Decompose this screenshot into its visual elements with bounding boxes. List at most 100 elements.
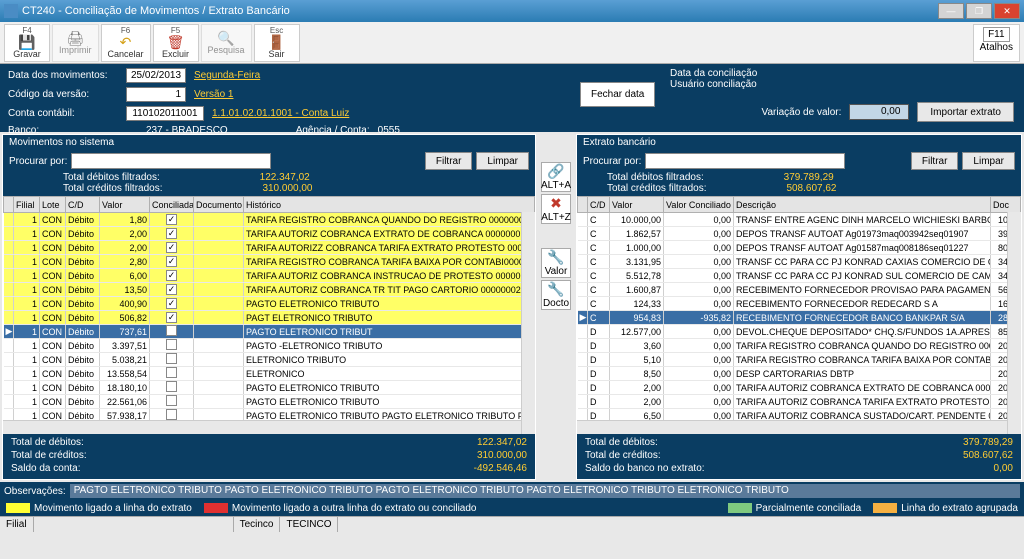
data-mov-label: Data dos movimentos:: [8, 70, 118, 81]
valor-button[interactable]: 🔧Valor: [541, 248, 571, 278]
table-row[interactable]: 1CONDébito2,80✓TARIFA REGISTRO COBRANCA …: [4, 255, 535, 269]
codigo-label: Código da versão:: [8, 89, 118, 100]
table-row[interactable]: 1CONDébito506,82✓PAGT ELETRONICO TRIBUTO: [4, 311, 535, 325]
fechar-data-button[interactable]: Fechar data: [580, 82, 655, 107]
legend-swatch-red: [204, 503, 228, 513]
wrench-icon: 🔧: [547, 281, 564, 298]
table-row[interactable]: C1.862,570,00DEPOS TRANSF AUTOAT Ag01973…: [578, 227, 1021, 241]
codigo-input[interactable]: [126, 87, 186, 102]
header-panel: Data dos movimentos: Segunda-Feira Códig…: [0, 64, 1024, 132]
sair-button[interactable]: Esc 🚪 Sair: [254, 24, 300, 62]
variacao-value: 0,00: [849, 104, 909, 120]
table-row[interactable]: 1CONDébito1,80✓TARIFA REGISTRO COBRANCA …: [4, 213, 535, 227]
movimentos-panel: Movimentos no sistema Procurar por: Filt…: [2, 134, 536, 480]
scrollbar-v-left[interactable]: [521, 212, 535, 434]
banco-label: Banco:: [8, 125, 118, 136]
table-row[interactable]: C5.512,780,00TRANSF CC PARA CC PJ KONRAD…: [578, 269, 1021, 283]
minimize-button[interactable]: —: [938, 3, 964, 19]
main-split: Movimentos no sistema Procurar por: Filt…: [0, 132, 1024, 482]
scrollbar-h-left[interactable]: [3, 420, 521, 434]
undo-icon: ↶: [120, 35, 132, 49]
side-tools: 🔗ALT+A ✖ALT+Z 🔧Valor 🔧Docto: [538, 132, 574, 482]
dia-semana-link[interactable]: Segunda-Feira: [194, 70, 260, 81]
atalhos-button[interactable]: F11 Atalhos: [973, 24, 1020, 62]
excluir-button[interactable]: F5 🗑 Excluir: [153, 24, 199, 62]
movimentos-title: Movimentos no sistema: [3, 135, 535, 150]
limpar-button-right[interactable]: Limpar: [962, 152, 1015, 170]
table-row[interactable]: C1.000,000,00DEPOS TRANSF AUTOAT Ag01587…: [578, 241, 1021, 255]
legend-swatch-yellow: [6, 503, 30, 513]
legend-swatch-orange: [873, 503, 897, 513]
agencia-value: 0555: [378, 125, 400, 136]
table-row[interactable]: C1.600,870,00RECEBIMENTO FORNECEDOR PROV…: [578, 283, 1021, 297]
table-row[interactable]: 1CONDébito2,00✓TARIFA AUTORIZ COBRANCA E…: [4, 227, 535, 241]
docto-button[interactable]: 🔧Docto: [541, 280, 571, 310]
maximize-button[interactable]: ❐: [966, 3, 992, 19]
pesquisa-button[interactable]: 🔍 Pesquisa: [201, 24, 252, 62]
variacao-label: Variação de valor:: [762, 107, 842, 118]
wrench-icon: 🔧: [547, 249, 564, 266]
extrato-footer: Total de débitos:379.789,29 Total de cré…: [577, 434, 1021, 479]
legend-row: Movimento ligado a linha do extrato Movi…: [0, 500, 1024, 516]
table-row[interactable]: D2,000,00TARIFA AUTORIZ COBRANCA EXTRATO…: [578, 381, 1021, 395]
imprimir-button[interactable]: 🖨 Imprimir: [52, 24, 99, 62]
unlink-altz-button[interactable]: ✖ALT+Z: [541, 194, 571, 224]
conta-desc-link[interactable]: 1.1.01.02.01.1001 - Conta Luiz: [212, 108, 349, 119]
versao-link[interactable]: Versão 1: [194, 89, 233, 100]
movimentos-grid[interactable]: Filial Lote C/D Valor Conciliada Documen…: [3, 196, 535, 434]
table-row[interactable]: 1CONDébito3.397,51PAGTO -ELETRONICO TRIB…: [4, 339, 535, 353]
table-row[interactable]: 1CONDébito13,50✓TARIFA AUTORIZ COBRANCA …: [4, 283, 535, 297]
close-button[interactable]: ✕: [994, 3, 1020, 19]
table-row[interactable]: ▶C954,83-935,82RECEBIMENTO FORNECEDOR BA…: [578, 311, 1021, 325]
agencia-label: Agência / Conta:: [296, 125, 370, 136]
filtrar-button-right[interactable]: Filtrar: [911, 152, 959, 170]
trash-icon: 🗑: [167, 35, 185, 49]
link-alta-button[interactable]: 🔗ALT+A: [541, 162, 571, 192]
cancelar-button[interactable]: F6 ↶ Cancelar: [101, 24, 151, 62]
table-row[interactable]: 1CONDébito5.038,21ELETRONICO TRIBUTO: [4, 353, 535, 367]
save-icon: 💾: [18, 35, 35, 49]
importar-extrato-button[interactable]: Importar extrato: [917, 102, 1014, 122]
table-row[interactable]: 1CONDébito22.561,06PAGTO ELETRONICO TRIB…: [4, 395, 535, 409]
usuario-conc-label: Usuário conciliação: [670, 79, 757, 90]
data-conc-label: Data da conciliação: [670, 68, 757, 79]
window-title: CT240 - Conciliação de Movimentos / Extr…: [22, 5, 938, 17]
link-icon: 🔗: [547, 163, 564, 180]
scrollbar-h-right[interactable]: [577, 420, 1007, 434]
table-row[interactable]: D5,100,00TARIFA REGISTRO COBRANCA TARIFA…: [578, 353, 1021, 367]
limpar-button-left[interactable]: Limpar: [476, 152, 529, 170]
conta-input[interactable]: [126, 106, 204, 121]
filtrar-button-left[interactable]: Filtrar: [425, 152, 473, 170]
print-icon: 🖨: [66, 31, 84, 45]
table-row[interactable]: C3.131,950,00TRANSF CC PARA CC PJ KONRAD…: [578, 255, 1021, 269]
table-row[interactable]: D3,600,00TARIFA REGISTRO COBRANCA QUANDO…: [578, 339, 1021, 353]
table-row[interactable]: 1CONDébito6,00✓TARIFA AUTORIZ COBRANCA I…: [4, 269, 535, 283]
status-tecinco1: Tecinco: [234, 517, 281, 532]
table-row[interactable]: D2,000,00TARIFA AUTORIZ COBRANCA TARIFA …: [578, 395, 1021, 409]
scrollbar-v-right[interactable]: [1007, 212, 1021, 434]
data-mov-input[interactable]: [126, 68, 186, 83]
app-icon: [4, 4, 18, 18]
unlink-icon: ✖: [550, 195, 562, 212]
extrato-grid[interactable]: C/D Valor Valor Conciliado Descrição Doc…: [577, 196, 1021, 434]
search-icon: 🔍: [217, 31, 234, 45]
table-row[interactable]: 1CONDébito400,90✓PAGTO ELETRONICO TRIBUT…: [4, 297, 535, 311]
table-row[interactable]: 1CONDébito13.558,54ELETRONICO: [4, 367, 535, 381]
table-row[interactable]: C10.000,000,00TRANSF ENTRE AGENC DINH MA…: [578, 213, 1021, 227]
table-row[interactable]: C124,330,00RECEBIMENTO FORNECEDOR REDECA…: [578, 297, 1021, 311]
table-row[interactable]: D8,500,00DESP CARTORARIAS DBTP2001: [578, 367, 1021, 381]
procurar-input-left[interactable]: [71, 153, 271, 169]
extrato-title: Extrato bancário: [577, 135, 1021, 150]
table-row[interactable]: D12.577,000,00DEVOL.CHEQUE DEPOSITADO* C…: [578, 325, 1021, 339]
conta-label: Conta contábil:: [8, 108, 118, 119]
gravar-button[interactable]: F4 💾 Gravar: [4, 24, 50, 62]
table-row[interactable]: ▶1CONDébito737,61PAGTO ELETRONICO TRIBUT: [4, 325, 535, 339]
table-row[interactable]: 1CONDébito2,00✓TARIFA AUTORIZZ COBRANCA …: [4, 241, 535, 255]
procurar-input-right[interactable]: [645, 153, 845, 169]
table-row[interactable]: 1CONDébito18.180,10PAGTO ELETRONICO TRIB…: [4, 381, 535, 395]
window-titlebar: CT240 - Conciliação de Movimentos / Extr…: [0, 0, 1024, 22]
main-toolbar: F4 💾 Gravar 🖨 Imprimir F6 ↶ Cancelar F5 …: [0, 22, 1024, 64]
legend-swatch-green: [728, 503, 752, 513]
observacoes-label: Observações:: [4, 486, 66, 497]
observacoes-text[interactable]: PAGTO ELETRONICO TRIBUTO PAGTO ELETRONIC…: [70, 484, 1020, 498]
